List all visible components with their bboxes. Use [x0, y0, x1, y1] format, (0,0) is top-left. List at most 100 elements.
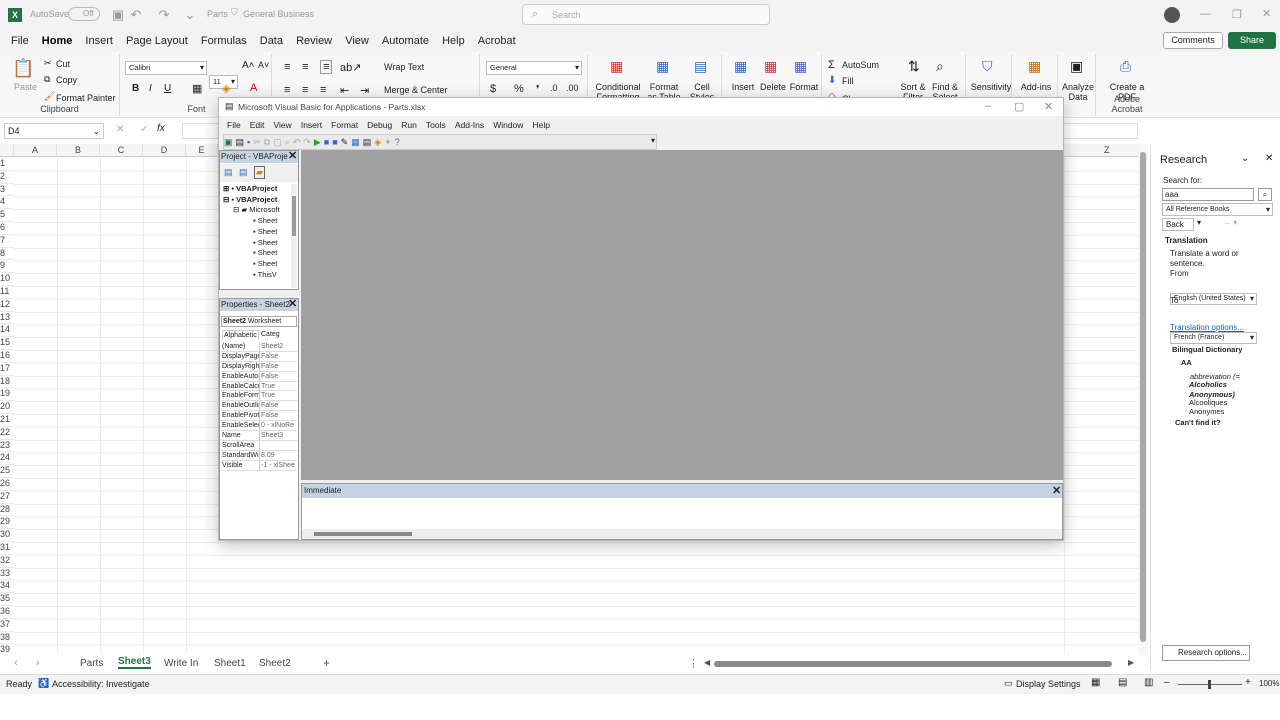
vbe-menu-file[interactable]: File — [224, 118, 244, 132]
sheet-tab-sheet1[interactable]: Sheet1 — [214, 658, 246, 669]
align-left-icon[interactable]: ≡ — [284, 84, 290, 96]
pane-close-icon[interactable]: ✕ — [1265, 153, 1273, 164]
scroll-right-icon[interactable]: › — [36, 657, 40, 669]
object-dropdown[interactable]: Sheet2 Worksheet — [221, 316, 297, 327]
row-header[interactable]: 22 — [0, 427, 14, 440]
save-icon[interactable]: ▣ — [110, 7, 126, 23]
reference-source-dropdown[interactable]: All Reference Books — [1162, 203, 1273, 216]
sensitivity-label[interactable]: General Business — [243, 9, 314, 19]
tree-node[interactable]: ▪ Sheet — [223, 248, 291, 259]
accessibility-status[interactable]: Accessibility: Investigate — [52, 679, 150, 689]
tab-data[interactable]: Data — [255, 30, 288, 52]
grow-font-icon[interactable]: A˄ — [242, 60, 255, 71]
fill-button[interactable]: Fill — [842, 76, 854, 86]
increase-decimal-icon[interactable]: .0 — [550, 83, 558, 93]
translation-options-link[interactable]: Translation options... — [1170, 323, 1244, 333]
addins-button[interactable]: Add-ins — [1014, 82, 1058, 92]
row-header[interactable]: 6 — [0, 222, 14, 235]
share-button[interactable]: Share — [1228, 32, 1276, 49]
sensitivity-icon[interactable]: ⛉ — [982, 58, 993, 75]
vertical-scrollbar[interactable] — [1138, 144, 1148, 656]
properties-close-icon[interactable]: ✕ — [288, 297, 297, 310]
tab-automate[interactable]: Automate — [377, 30, 434, 52]
tree-node[interactable]: ⊟ ▪ VBAProject — [223, 195, 291, 206]
property-value[interactable]: False — [260, 352, 297, 362]
delete-cells-icon[interactable]: ▦ — [764, 58, 777, 75]
row-header[interactable]: 15 — [0, 337, 14, 350]
align-middle-icon[interactable]: ≡ — [302, 61, 308, 73]
code-area[interactable] — [301, 150, 1063, 480]
row-header[interactable]: 33 — [0, 568, 14, 581]
bilingual-dictionary-heading[interactable]: Bilingual Dictionary — [1172, 345, 1242, 355]
row-header[interactable]: 37 — [0, 619, 14, 632]
project-scrollbar[interactable] — [291, 184, 297, 288]
property-row[interactable]: StandardWi 8.09 — [221, 450, 297, 461]
row-header[interactable]: 31 — [0, 542, 14, 555]
row-header[interactable]: 4 — [0, 196, 14, 210]
property-value[interactable]: 8.09 — [260, 451, 297, 461]
row-header[interactable]: 3 — [0, 184, 14, 197]
vbe-menu-insert[interactable]: Insert — [298, 118, 325, 132]
fill-icon[interactable]: ⬇ — [828, 75, 836, 86]
vbe-menu-help[interactable]: Help — [529, 118, 552, 132]
more-icon[interactable]: ⋮ — [688, 657, 699, 670]
italic-icon[interactable]: I — [149, 83, 152, 94]
property-row[interactable]: EnableSelec 0 - xlNoRe — [221, 421, 297, 432]
shrink-font-icon[interactable]: A˅ — [258, 60, 269, 70]
vbe-menu-format[interactable]: Format — [328, 118, 361, 132]
comments-button[interactable]: Comments — [1163, 32, 1223, 49]
property-value[interactable]: Sheet3 — [260, 431, 297, 441]
property-row[interactable]: EnableCalcu True — [221, 381, 297, 392]
cell-styles-icon[interactable]: ▤ — [694, 58, 707, 75]
tab-view[interactable]: View — [340, 30, 374, 52]
row-header[interactable]: 2 — [0, 171, 14, 184]
vertical-scroll-thumb[interactable] — [1140, 152, 1146, 642]
restore-icon[interactable]: ❐ — [1232, 8, 1242, 21]
row-header[interactable]: 19 — [0, 388, 14, 402]
insert-function-icon[interactable]: fx — [157, 123, 165, 134]
increase-indent-icon[interactable]: ⇥ — [360, 84, 369, 97]
view-code-icon[interactable]: ▤ — [224, 167, 233, 178]
translation-heading[interactable]: Translation — [1165, 236, 1208, 246]
confirm-entry-icon[interactable]: ✓ — [140, 124, 148, 135]
vbe-menu-tools[interactable]: Tools — [423, 118, 449, 132]
cant-find-heading[interactable]: Can't find it? — [1175, 418, 1221, 428]
property-value[interactable]: False — [260, 362, 297, 372]
project-scroll-thumb[interactable] — [292, 196, 296, 236]
delete-cells-button[interactable]: Delete — [758, 82, 788, 92]
column-header[interactable]: C — [100, 144, 143, 157]
row-header[interactable]: 20 — [0, 401, 14, 414]
row-header[interactable]: 29 — [0, 516, 14, 530]
display-settings-button[interactable]: Display Settings — [1016, 679, 1081, 689]
autosave-toggle[interactable]: Off — [68, 7, 100, 21]
tab-insert[interactable]: Insert — [80, 30, 118, 52]
research-query-input[interactable]: aaa — [1162, 188, 1254, 201]
vbe-help-icon[interactable]: ? — [395, 137, 403, 147]
copy-icon[interactable]: ⧉ — [44, 74, 50, 85]
underline-icon[interactable]: U — [164, 83, 171, 94]
view-object-icon[interactable]: ▤ — [239, 167, 248, 178]
property-value[interactable]: -1 - xlShee — [260, 461, 297, 471]
property-row[interactable]: EnableOutlin False — [221, 401, 297, 412]
tree-node[interactable]: ▪ Sheet — [223, 216, 291, 227]
number-format-dropdown[interactable]: General — [486, 61, 582, 75]
align-center-icon[interactable]: ≡ — [302, 84, 308, 96]
row-header[interactable]: 35 — [0, 593, 14, 606]
cut-button[interactable]: Cut — [56, 59, 70, 69]
row-header[interactable]: 13 — [0, 312, 14, 325]
forward-icon[interactable]: → ▾ — [1223, 218, 1237, 227]
property-row[interactable]: Name Sheet3 — [221, 431, 297, 441]
run-icon[interactable]: ▶ — [314, 137, 324, 147]
back-button[interactable]: Back — [1162, 218, 1194, 231]
row-header[interactable]: 25 — [0, 465, 14, 478]
font-color-icon[interactable]: A — [250, 82, 257, 94]
copy-button[interactable]: Copy — [56, 75, 77, 85]
horizontal-scrollbar[interactable] — [714, 661, 1112, 667]
zoom-out-icon[interactable]: – — [1164, 677, 1170, 688]
vbe-copy-icon[interactable]: ⧉ — [264, 137, 273, 147]
close-icon[interactable]: ✕ — [1262, 7, 1271, 20]
row-header[interactable]: 36 — [0, 606, 14, 619]
font-name-dropdown[interactable]: Calibri — [125, 61, 207, 75]
sort-filter-icon[interactable]: ⇅ — [908, 58, 920, 75]
property-row[interactable]: DisplayPage False — [221, 351, 297, 362]
